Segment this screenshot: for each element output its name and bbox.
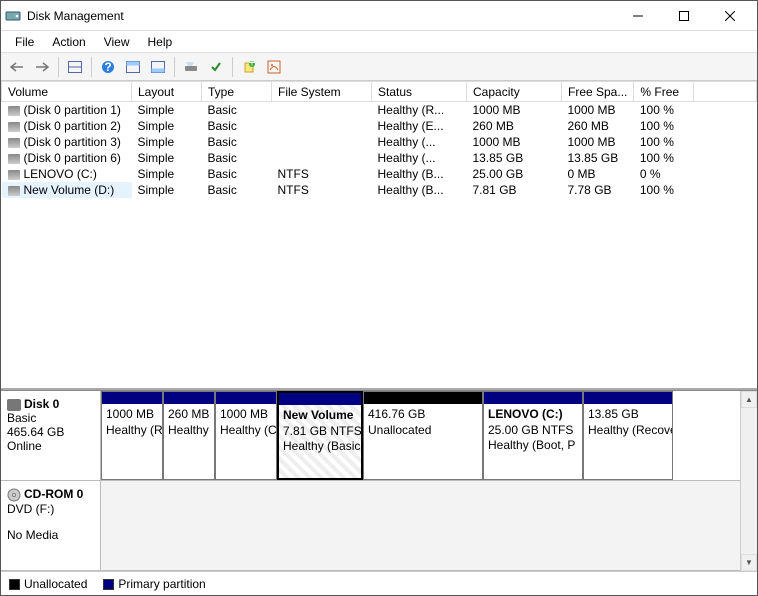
partition-header (584, 392, 672, 404)
disk-row: Disk 0 Basic 465.64 GB Online 1000 MBHea… (1, 391, 740, 481)
cdrom-icon (7, 488, 21, 502)
menu-help[interactable]: Help (140, 33, 181, 51)
close-button[interactable] (707, 2, 753, 30)
legend: Unallocated Primary partition (1, 571, 757, 595)
partition[interactable]: 13.85 GBHealthy (Recove (583, 391, 673, 480)
partition-header (484, 392, 582, 404)
volume-row[interactable]: LENOVO (C:)SimpleBasicNTFSHealthy (B...2… (2, 166, 757, 182)
new-item-button[interactable]: + (237, 55, 261, 79)
partition[interactable]: LENOVO (C:)25.00 GB NTFSHealthy (Boot, P (483, 391, 583, 480)
settings-bottom-button[interactable] (146, 55, 170, 79)
check-button[interactable] (204, 55, 228, 79)
legend-swatch-unallocated (9, 579, 20, 590)
menu-file[interactable]: File (7, 33, 42, 51)
col-status[interactable]: Status (372, 82, 467, 102)
partition[interactable]: 260 MBHealthy (163, 391, 215, 480)
toolbar: ? + (1, 53, 757, 81)
cdrom-label[interactable]: CD-ROM 0 DVD (F:) No Media (1, 481, 101, 570)
disk-label[interactable]: Disk 0 Basic 465.64 GB Online (1, 391, 101, 480)
volume-icon (8, 138, 20, 148)
volume-icon (8, 106, 20, 116)
scroll-up-icon[interactable]: ▲ (741, 391, 757, 408)
partition[interactable]: 416.76 GBUnallocated (363, 391, 483, 480)
nav-back-button[interactable] (5, 55, 29, 79)
partition-header (164, 392, 214, 404)
svg-text:+: + (248, 60, 255, 70)
volume-icon (8, 186, 20, 196)
col-volume[interactable]: Volume (2, 82, 132, 102)
volume-row[interactable]: (Disk 0 partition 2)SimpleBasicHealthy (… (2, 118, 757, 134)
col-capacity[interactable]: Capacity (467, 82, 562, 102)
maximize-button[interactable] (661, 2, 707, 30)
minimize-button[interactable] (615, 2, 661, 30)
partition[interactable]: 1000 MBHealthy (R (101, 391, 163, 480)
col-type[interactable]: Type (202, 82, 272, 102)
view-panels-button[interactable] (63, 55, 87, 79)
partition[interactable]: New Volume7.81 GB NTFSHealthy (Basic (277, 391, 363, 480)
col-fs[interactable]: File System (272, 82, 372, 102)
cdrom-row: CD-ROM 0 DVD (F:) No Media (1, 481, 740, 571)
volume-header-row: Volume Layout Type File System Status Ca… (2, 82, 757, 102)
disk-icon (7, 399, 21, 411)
scroll-down-icon[interactable]: ▼ (741, 554, 757, 571)
volume-icon (8, 154, 20, 164)
volume-row[interactable]: (Disk 0 partition 6)SimpleBasicHealthy (… (2, 150, 757, 166)
partition-header (102, 392, 162, 404)
volume-list[interactable]: Volume Layout Type File System Status Ca… (1, 81, 757, 390)
window-title: Disk Management (27, 9, 615, 23)
scan-button[interactable] (179, 55, 203, 79)
menu-action[interactable]: Action (44, 33, 93, 51)
partition-header (216, 392, 276, 404)
nav-forward-button[interactable] (30, 55, 54, 79)
volume-row[interactable]: New Volume (D:)SimpleBasicNTFSHealthy (B… (2, 182, 757, 198)
svg-text:?: ? (104, 60, 111, 74)
menubar: File Action View Help (1, 31, 757, 53)
partition[interactable]: 1000 MBHealthy (C (215, 391, 277, 480)
settings-top-button[interactable] (121, 55, 145, 79)
graphical-view[interactable]: Disk 0 Basic 465.64 GB Online 1000 MBHea… (1, 391, 740, 571)
properties-button[interactable] (262, 55, 286, 79)
col-layout[interactable]: Layout (132, 82, 202, 102)
menu-view[interactable]: View (96, 33, 138, 51)
volume-icon (8, 170, 20, 180)
disk-mgmt-icon (5, 8, 21, 24)
col-free[interactable]: Free Spa... (562, 82, 634, 102)
volume-icon (8, 122, 20, 132)
volume-row[interactable]: (Disk 0 partition 1)SimpleBasicHealthy (… (2, 102, 757, 119)
graphical-scrollbar[interactable]: ▲ ▼ (740, 391, 757, 571)
help-button[interactable]: ? (96, 55, 120, 79)
col-pct[interactable]: % Free (634, 82, 694, 102)
partition-header (279, 393, 361, 405)
volume-row[interactable]: (Disk 0 partition 3)SimpleBasicHealthy (… (2, 134, 757, 150)
legend-swatch-primary (103, 579, 114, 590)
partition-header (364, 392, 482, 404)
